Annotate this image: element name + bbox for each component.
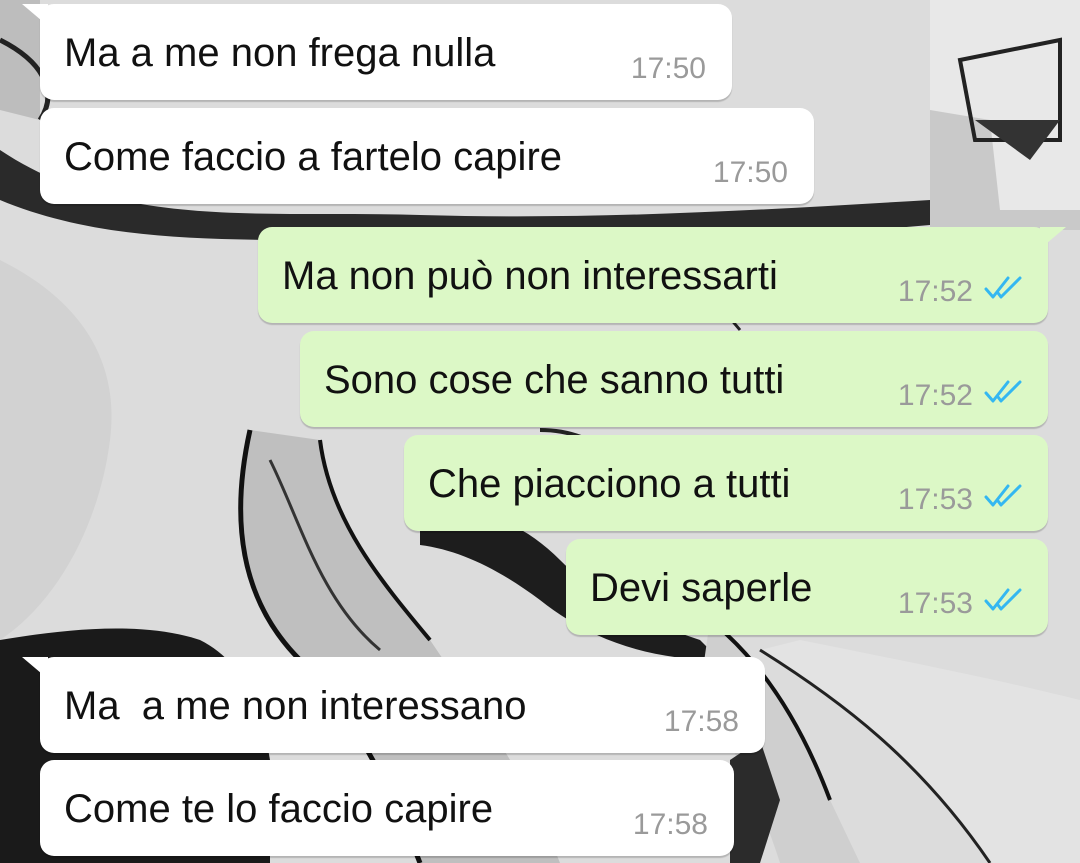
message-timestamp: 17:58 [663, 705, 739, 738]
message-text: Ma a me non frega nulla [64, 31, 496, 75]
message-text: Ma non può non interessarti [282, 254, 778, 298]
outgoing-message[interactable]: Devi saperle 17:53 [566, 539, 1048, 635]
bubble-tail [1040, 227, 1066, 249]
message-text: Sono cose che sanno tutti [324, 358, 785, 402]
double-check-icon [984, 484, 1022, 507]
incoming-message[interactable]: Ma a me non frega nulla 17:50 [22, 4, 732, 100]
message-timestamp: 17:53 [897, 587, 973, 620]
outgoing-message[interactable]: Ma non può non interessarti 17:52 [258, 227, 1066, 323]
message-text: Come faccio a fartelo capire [64, 135, 563, 179]
outgoing-message[interactable]: Sono cose che sanno tutti 17:52 [300, 331, 1048, 427]
chat-conversation: Ma a me non frega nulla 17:50 Come facci… [0, 0, 1080, 863]
double-check-icon [984, 380, 1022, 403]
incoming-message[interactable]: Ma a me non interessano 17:58 [22, 657, 765, 753]
bubble-tail [22, 657, 48, 679]
message-text: Che piacciono a tutti [428, 462, 791, 506]
message-timestamp: 17:53 [897, 483, 973, 516]
message-timestamp: 17:58 [632, 808, 708, 841]
double-check-icon [984, 588, 1022, 611]
incoming-message[interactable]: Come faccio a fartelo capire 17:50 [40, 108, 814, 204]
message-timestamp: 17:50 [712, 156, 788, 189]
outgoing-message[interactable]: Che piacciono a tutti 17:53 [404, 435, 1048, 531]
message-text: Devi saperle [590, 566, 813, 610]
message-text: Ma a me non interessano [64, 684, 527, 728]
bubble-tail [22, 4, 48, 26]
message-timestamp: 17:52 [897, 379, 973, 412]
double-check-icon [984, 276, 1022, 299]
incoming-message[interactable]: Come te lo faccio capire 17:58 [40, 760, 734, 856]
message-timestamp: 17:50 [630, 52, 706, 85]
message-text: Come te lo faccio capire [64, 787, 494, 831]
message-timestamp: 17:52 [897, 275, 973, 308]
